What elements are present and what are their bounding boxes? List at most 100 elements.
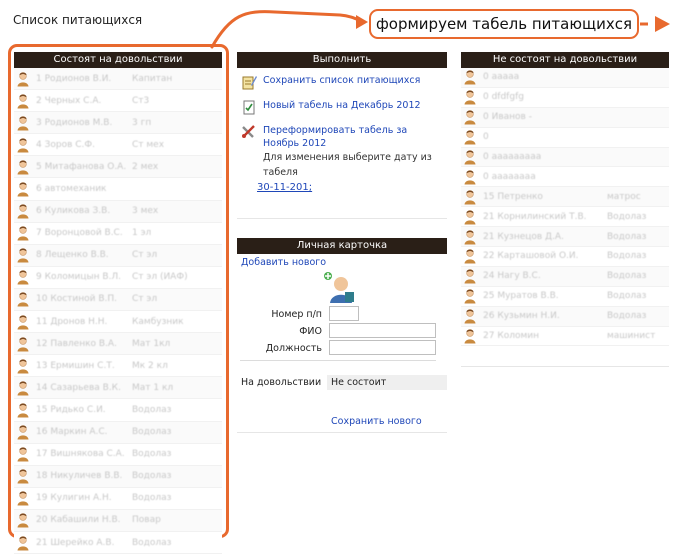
person-icon	[464, 70, 476, 85]
person-name: 13 Ермишин С.Т.	[36, 360, 115, 371]
person-name: 9 Коломицын В.Л.	[36, 272, 122, 283]
person-position: Мк 2 кл	[132, 360, 168, 371]
list-item[interactable]: 21 Шерейко А.В. Водолаз	[14, 531, 222, 554]
person-position: Водолаз	[132, 427, 172, 438]
list-item[interactable]: 8 Лещенко В.В. Ст эл	[14, 244, 222, 267]
save-list-action[interactable]: Сохранить список питающихся	[237, 74, 447, 90]
person-icon	[464, 110, 476, 125]
enrolled-panel: Состоят на довольствии 1 Родионов В.И. Ка…	[14, 52, 222, 554]
document-check-icon	[243, 100, 255, 115]
save-list-link[interactable]: Сохранить список питающихся	[263, 74, 420, 87]
tabel-date-link[interactable]: 30-11-201;	[257, 182, 312, 193]
position-input[interactable]	[329, 340, 436, 355]
actions-panel: Выполнить Сохранить список питающихся Но…	[237, 52, 447, 219]
list-item[interactable]: 26 Кузьмин Н.И. Водолаз	[461, 306, 669, 327]
person-position: 1 эл	[132, 228, 152, 239]
person-position: Водолаз	[132, 449, 172, 460]
reform-tabel-action[interactable]: Переформировать табель за Ноябрь 2012 Для…	[237, 124, 447, 180]
list-item[interactable]: 21 Кузнецов Д.А. Водолаз	[461, 227, 669, 248]
list-item[interactable]: 5 Митафанова О.А. 2 мех	[14, 156, 222, 179]
number-label: Номер п/п	[271, 309, 322, 320]
list-item[interactable]: 19 Кулигин А.Н. Водолаз	[14, 487, 222, 510]
new-tabel-link[interactable]: Новый табель на Декабрь 2012	[263, 99, 421, 112]
list-item[interactable]: 1 Родионов В.И. Капитан	[14, 68, 222, 91]
list-item[interactable]: 3 Родионов М.В. 3 гп	[14, 112, 222, 135]
list-item[interactable]: 6 Куликова З.В. 3 мех	[14, 200, 222, 223]
list-item[interactable]: 0 аааааааа	[461, 167, 669, 188]
person-name: 0 ааааааааа	[483, 152, 542, 162]
list-item[interactable]: 20 Кабашили Н.В. Повар	[14, 509, 222, 532]
list-item[interactable]: 12 Павленко В.А. Мат 1кл	[14, 333, 222, 356]
person-position: Водолаз	[607, 251, 647, 262]
reform-tabel-link[interactable]: Переформировать табель за Ноябрь 2012	[263, 124, 432, 150]
not-enrolled-panel: Не состоят на довольствии 0 ааааа 0 dfdfg…	[461, 52, 669, 367]
list-item[interactable]: 27 Коломин машинист	[461, 326, 669, 347]
list-item[interactable]: 18 Никуличев В.В. Водолаз	[14, 465, 222, 488]
list-item[interactable]: 22 Карташовой О.И. Водолаз	[461, 247, 669, 267]
person-icon	[17, 469, 29, 484]
list-item[interactable]: 0 dfdfgfg	[461, 87, 669, 108]
person-position: Ст3	[132, 95, 150, 106]
person-name: 6 автомеханик	[36, 184, 107, 195]
add-person-icon[interactable]	[322, 270, 356, 304]
person-icon	[17, 93, 29, 109]
person-icon	[17, 204, 29, 219]
list-item[interactable]: 0 ааааа	[461, 68, 669, 88]
list-item[interactable]: 13 Ермишин С.Т. Мк 2 кл	[14, 355, 222, 378]
person-name: 2 Черных С.А.	[36, 95, 102, 106]
person-icon	[17, 116, 29, 131]
person-position: Ст мех	[132, 139, 165, 150]
person-position: 2 мех	[132, 161, 159, 172]
person-name: 11 Дронов Н.Н.	[36, 316, 108, 327]
list-item[interactable]: 7 Воронцовой В.С. 1 эл	[14, 222, 222, 245]
person-position: Водолаз	[607, 291, 647, 302]
person-icon	[17, 248, 29, 263]
list-item[interactable]: 9 Коломицын В.Л. Ст эл (ИАФ)	[14, 266, 222, 289]
list-item[interactable]: 21 Корнилинский Т.В. Водолаз	[461, 207, 669, 228]
save-new-link[interactable]: Сохранить нового	[331, 415, 422, 428]
person-name: 22 Карташовой О.И.	[483, 251, 579, 262]
person-name: 16 Маркин А.С.	[36, 427, 108, 438]
number-input[interactable]	[329, 306, 359, 321]
position-label: Должность	[265, 343, 322, 354]
person-name: 21 Шерейко А.В.	[36, 537, 115, 548]
person-name: 26 Кузьмин Н.И.	[483, 311, 560, 322]
fio-input[interactable]	[329, 323, 436, 338]
list-item[interactable]: 14 Сазарьева В.К. Мат 1 кл	[14, 377, 222, 400]
person-icon	[464, 170, 476, 185]
list-item[interactable]: 10 Костиной В.П. Ст эл	[14, 288, 222, 312]
list-item[interactable]: 0 Иванов -	[461, 107, 669, 128]
status-value[interactable]: Не состоит	[327, 375, 447, 390]
list-item[interactable]: 0	[461, 127, 669, 148]
person-icon	[17, 160, 29, 175]
list-item[interactable]: 2 Черных С.А. Ст3	[14, 90, 222, 113]
person-position: Водолаз	[132, 404, 172, 415]
person-position: Водолаз	[607, 231, 647, 242]
list-item[interactable]: 11 Дронов Н.Н. Камбузник	[14, 311, 222, 334]
person-position: матрос	[607, 191, 641, 202]
person-icon	[17, 425, 29, 440]
person-position: Ст эл	[132, 294, 158, 305]
divider	[240, 360, 436, 361]
list-item[interactable]: 17 Вишнякова С.А. Водолаз	[14, 443, 222, 466]
list-item[interactable]: 25 Муратов В.В. Водолаз	[461, 286, 669, 307]
person-name: 0 Иванов -	[483, 112, 532, 123]
list-item[interactable]: 15 Ридько С.И. Водолаз	[14, 399, 222, 422]
list-item[interactable]: 6 автомеханик	[14, 178, 222, 201]
person-name: 17 Вишнякова С.А.	[36, 449, 125, 460]
list-item[interactable]: 15 Петренко матрос	[461, 187, 669, 208]
person-position: Водолаз	[132, 537, 172, 548]
new-tabel-action[interactable]: Новый табель на Декабрь 2012	[237, 99, 447, 115]
person-position: 3 мех	[132, 206, 159, 217]
person-name: 19 Кулигин А.Н.	[36, 493, 112, 504]
list-item[interactable]: 16 Маркин А.С. Водолаз	[14, 421, 222, 444]
tools-icon	[242, 125, 255, 138]
person-name: 14 Сазарьева В.К.	[36, 382, 121, 393]
list-item[interactable]: 24 Нагу В.С. Водолаз	[461, 266, 669, 287]
person-position: Мат 1кл	[132, 338, 171, 349]
person-icon	[464, 329, 476, 344]
person-icon	[17, 226, 29, 241]
add-new-link[interactable]: Добавить нового	[241, 256, 326, 269]
list-item[interactable]: 4 Зоров С.Ф. Ст мех	[14, 134, 222, 157]
list-item[interactable]: 0 ааааааааа	[461, 147, 669, 168]
